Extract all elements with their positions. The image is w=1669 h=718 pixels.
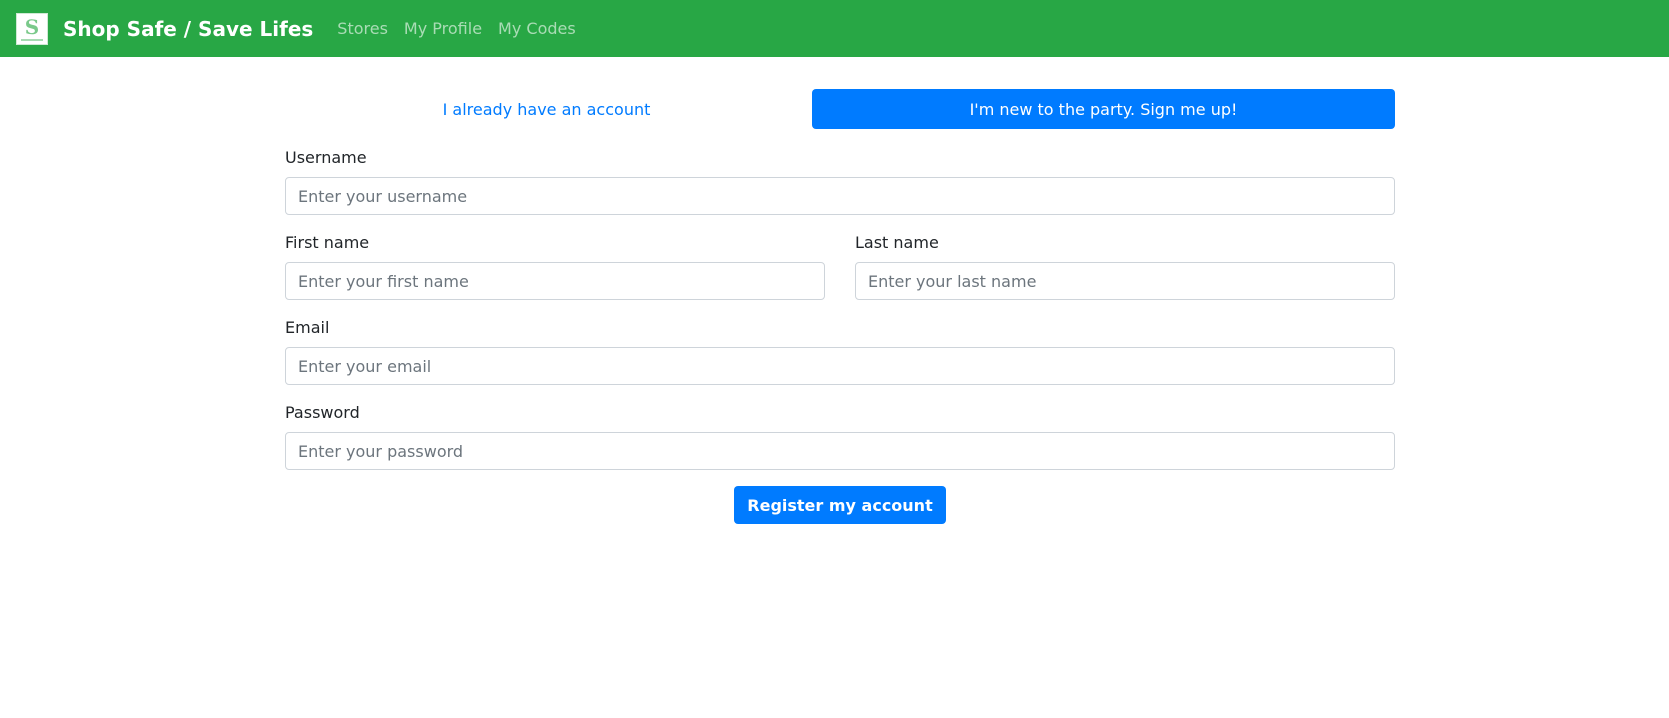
registration-container: I already have an account I'm new to the… xyxy=(285,89,1395,524)
auth-tabs: I already have an account I'm new to the… xyxy=(285,89,1395,129)
email-label: Email xyxy=(285,318,330,337)
registration-form: Username First name Last name Email Pass… xyxy=(285,148,1395,524)
first-name-group: First name xyxy=(285,215,825,300)
brand-title[interactable]: Shop Safe / Save Lifes xyxy=(63,17,313,41)
logo-letter: S xyxy=(24,14,40,39)
tab-login[interactable]: I already have an account xyxy=(285,89,808,129)
last-name-input[interactable] xyxy=(855,262,1395,300)
first-name-label: First name xyxy=(285,233,370,252)
tab-signup[interactable]: I'm new to the party. Sign me up! xyxy=(812,89,1395,129)
password-input[interactable] xyxy=(285,432,1395,470)
name-row: First name Last name xyxy=(285,215,1395,300)
email-input[interactable] xyxy=(285,347,1395,385)
nav-link-my-codes[interactable]: My Codes xyxy=(498,19,576,38)
shop-logo-icon[interactable]: S xyxy=(16,12,48,45)
first-name-input[interactable] xyxy=(285,262,825,300)
last-name-group: Last name xyxy=(855,215,1395,300)
last-name-label: Last name xyxy=(855,233,939,252)
submit-wrap: Register my account xyxy=(285,486,1395,524)
password-label: Password xyxy=(285,403,360,422)
top-navbar: S Shop Safe / Save Lifes Stores My Profi… xyxy=(0,0,1669,57)
username-input[interactable] xyxy=(285,177,1395,215)
register-button[interactable]: Register my account xyxy=(734,486,946,524)
nav-link-stores[interactable]: Stores xyxy=(337,19,388,38)
nav-link-my-profile[interactable]: My Profile xyxy=(404,19,482,38)
logo-underline xyxy=(21,38,43,41)
username-label: Username xyxy=(285,148,367,167)
